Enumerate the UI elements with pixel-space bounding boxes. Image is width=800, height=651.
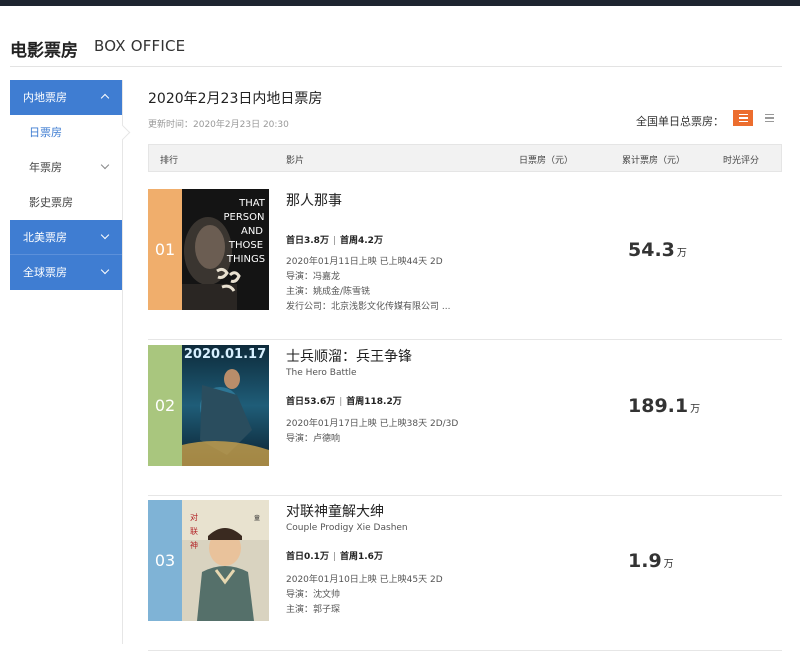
film-english-title: The Hero Battle [286, 368, 357, 378]
total-gross: 1.9 万 [628, 550, 674, 572]
director: 导演：冯嘉龙 [286, 272, 341, 282]
sidebar-item-north-america[interactable]: 北美票房 [10, 220, 122, 255]
list-icon [739, 114, 748, 124]
update-time: 更新时间：2020年2月23日 20:30 [148, 120, 289, 130]
first-stats: 首日3.8万 | 首周4.2万 [286, 236, 383, 246]
film-poster[interactable]: 2020.01.17 [182, 345, 269, 466]
first-week-gross: 首周4.2万 [340, 236, 383, 246]
svg-text:神: 神 [190, 540, 198, 550]
director: 导演：沈文帅 [286, 590, 341, 600]
film-english-title: Couple Prodigy Xie Dashen [286, 523, 408, 533]
poster-text-line: PERSON [224, 212, 265, 223]
director: 导演：卢德响 [286, 434, 341, 444]
film-row[interactable]: 02 2020.01.17 士兵顺溜：兵王争锋 The Hero Battle … [148, 345, 782, 496]
film-title[interactable]: 那人那事 [286, 190, 342, 210]
sidebar-item-yearly[interactable]: 年票房 [10, 150, 122, 185]
cast: 主演：姚成金/陈雪铣 [286, 287, 371, 297]
poster-text-line: THINGS [226, 254, 265, 265]
table-header: 排行 影片 日票房（元） 累计票房（元） 时光评分 [148, 144, 782, 172]
total-gross-unit: 万 [676, 248, 687, 259]
total-gross-value: 54.3 [628, 239, 675, 261]
total-gross: 189.1 万 [628, 395, 700, 417]
chevron-down-icon [100, 160, 110, 170]
sidebar-item-label: 全球票房 [23, 266, 67, 279]
view-toggle-label: 全国单日总票房： [636, 115, 724, 128]
poster-image: 对 联 神 童 [182, 500, 269, 621]
total-gross-value: 1.9 [628, 550, 662, 572]
column-header-rank: 排行 [160, 156, 179, 166]
first-day-gross: 首日0.1万 [286, 552, 329, 562]
total-gross: 54.3 万 [628, 239, 687, 261]
sidebar: 内地票房 日票房 年票房 影史票房 北美票房 全球票房 [10, 80, 131, 644]
sidebar-item-label: 北美票房 [23, 231, 67, 244]
first-stats: 首日0.1万 | 首周1.6万 [286, 552, 383, 562]
cast: 主演：郭子琛 [286, 605, 341, 615]
svg-text:联: 联 [190, 527, 198, 536]
total-gross-unit: 万 [663, 559, 674, 570]
page-subtitle: BOX OFFICE [94, 37, 186, 55]
sidebar-item-daily[interactable]: 日票房 [10, 115, 131, 150]
release-info: 2020年01月10日上映 已上映45天 2D [286, 575, 443, 585]
chevron-up-icon [100, 93, 110, 103]
page-title: 电影票房 [10, 41, 78, 61]
first-week-gross: 首周118.2万 [346, 397, 402, 407]
total-gross-unit: 万 [690, 404, 701, 415]
column-header-daily: 日票房（元） [519, 156, 574, 166]
total-gross-value: 189.1 [628, 395, 689, 417]
poster-text-line: THAT [238, 198, 266, 209]
rank-badge: 02 [148, 345, 182, 466]
column-header-score: 时光评分 [723, 156, 760, 166]
chevron-down-icon [100, 265, 110, 275]
detail-list-view-button[interactable] [733, 110, 753, 126]
sidebar-item-alltime[interactable]: 影史票房 [10, 185, 122, 220]
poster-text-line: AND [241, 226, 263, 237]
release-info: 2020年01月11日上映 已上映44天 2D [286, 257, 443, 267]
film-poster[interactable]: 对 联 神 童 [182, 500, 269, 621]
column-header-film: 影片 [286, 156, 305, 166]
sidebar-item-global[interactable]: 全球票房 [10, 255, 122, 290]
rank-badge: 01 [148, 189, 182, 310]
sidebar-item-label: 影史票房 [29, 196, 73, 209]
film-meta: 2020年01月10日上映 已上映45天 2D 导演：沈文帅 主演：郭子琛 [286, 573, 443, 618]
film-meta: 2020年01月17日上映 已上映38天 2D/3D 导演：卢德响 [286, 417, 458, 447]
sidebar-item-mainland[interactable]: 内地票房 [10, 80, 122, 115]
simple-list-view-button[interactable] [759, 110, 779, 126]
rank-badge: 03 [148, 500, 182, 621]
poster-image: THAT PERSON AND THOSE THINGS [182, 189, 269, 310]
active-indicator [114, 124, 131, 141]
poster-text-line: 2020.01.17 [184, 347, 266, 362]
first-stats: 首日53.6万 | 首周118.2万 [286, 397, 402, 407]
distributor: 发行公司：北京浅影文化传媒有限公司 ... [286, 302, 451, 312]
column-header-total: 累计票房（元） [622, 156, 686, 166]
svg-text:童: 童 [254, 514, 260, 522]
page-header: 电影票房 BOX OFFICE [10, 30, 782, 67]
poster-text-line: THOSE [228, 240, 263, 251]
top-bar [0, 0, 800, 6]
chevron-down-icon [100, 230, 110, 240]
first-day-gross: 首日53.6万 [286, 397, 336, 407]
film-title[interactable]: 对联神童解大绅 [286, 501, 384, 521]
film-row[interactable]: 01 THAT PERSON AND THOSE THINGS 那人那事 首日3… [148, 189, 782, 340]
menu-icon [765, 114, 774, 124]
release-info: 2020年01月17日上映 已上映38天 2D/3D [286, 419, 459, 429]
film-row[interactable]: 03 对 联 神 童 对联神童解大绅 Couple Prodigy Xie Da… [148, 500, 782, 651]
first-week-gross: 首周1.6万 [340, 552, 383, 562]
first-day-gross: 首日3.8万 [286, 236, 329, 246]
sidebar-item-label: 日票房 [29, 126, 62, 139]
sidebar-item-label: 年票房 [29, 161, 62, 174]
film-title[interactable]: 士兵顺溜：兵王争锋 [286, 346, 412, 366]
section-title: 2020年2月23日内地日票房 [148, 91, 323, 107]
svg-text:对: 对 [190, 512, 198, 522]
sidebar-item-label: 内地票房 [23, 91, 67, 104]
poster-image: 2020.01.17 [182, 345, 269, 466]
film-meta: 2020年01月11日上映 已上映44天 2D 导演：冯嘉龙 主演：姚成金/陈雪… [286, 255, 450, 315]
film-poster[interactable]: THAT PERSON AND THOSE THINGS [182, 189, 269, 310]
